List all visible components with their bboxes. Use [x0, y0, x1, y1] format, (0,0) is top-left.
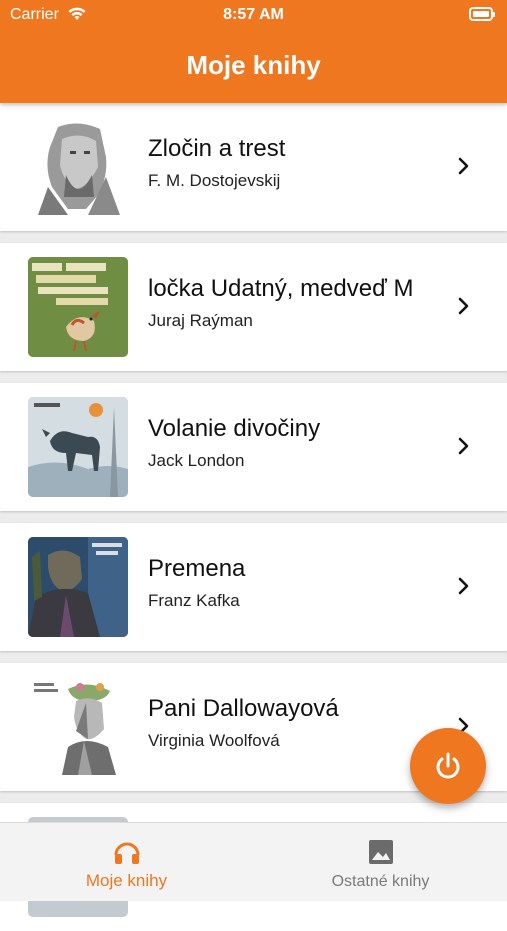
battery-icon: [469, 7, 495, 21]
tab-label: Moje knihy: [85, 871, 168, 890]
app-header: Carrier 8:57 AM Moje knihy: [0, 0, 507, 103]
chevron-right-icon: [458, 577, 469, 595]
book-author: Jack London: [148, 451, 245, 470]
book-author: Franz Kafka: [148, 591, 240, 610]
chevron-right-icon: [458, 437, 469, 455]
book-author: Juraj Raýman: [148, 311, 253, 330]
book-item[interactable]: Volanie divočiny Jack London: [0, 383, 507, 511]
book-item[interactable]: Premena Franz Kafka: [0, 523, 507, 651]
book-title: Volanie divočiny: [148, 415, 321, 442]
book-author: F. M. Dostojevskij: [148, 171, 281, 190]
headphones-icon: [114, 842, 139, 864]
status-time: 8:57 AM: [223, 6, 284, 23]
book-cover-london: [28, 397, 128, 497]
chevron-right-icon: [458, 157, 469, 175]
book-cover-kafka: [28, 537, 128, 637]
book-title: Premena: [148, 555, 246, 582]
tab-bar: Moje knihy Ostatné knihy: [0, 822, 507, 901]
book-title: Pani Dallowayová: [148, 695, 339, 722]
book-item[interactable]: ločka Udatný, medveď M Juraj Raýman: [0, 243, 507, 371]
book-cover-woolf: [28, 677, 128, 777]
power-button[interactable]: [410, 728, 486, 804]
tab-moje-knihy[interactable]: Moje knihy: [0, 823, 253, 901]
book-cover-rayman: [28, 257, 128, 357]
book-title: Zločin a trest: [148, 135, 286, 162]
book-item[interactable]: Zločin a trest F. M. Dostojevskij: [0, 103, 507, 231]
page-title: Moje knihy: [186, 50, 321, 80]
book-cover-dostojevskij: [28, 117, 128, 217]
book-title: ločka Udatný, medveď M: [148, 275, 414, 302]
status-bar: Carrier 8:57 AM: [0, 0, 507, 32]
power-icon: [436, 752, 460, 779]
image-icon: [368, 840, 393, 864]
tab-label: Ostatné knihy: [331, 873, 430, 890]
chevron-right-icon: [458, 297, 469, 315]
book-author: Virginia Woolfová: [148, 731, 280, 750]
tab-ostatne-knihy[interactable]: Ostatné knihy: [254, 823, 507, 901]
